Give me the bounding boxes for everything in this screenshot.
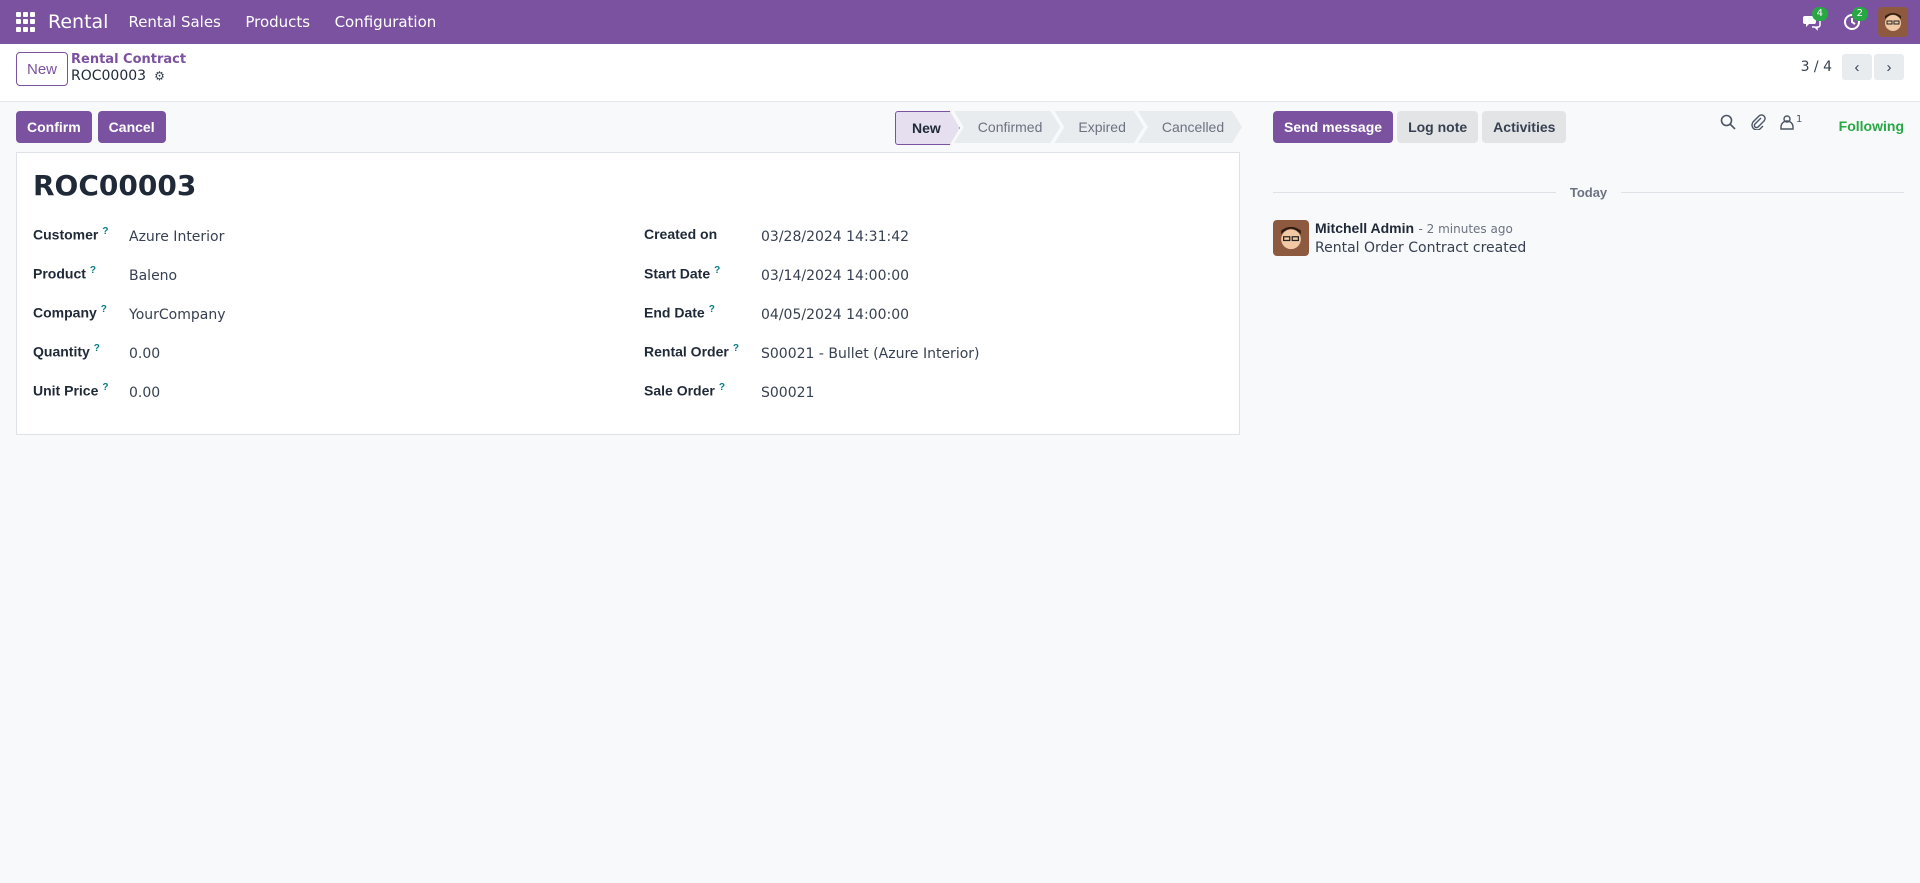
form-actions: Confirm Cancel: [16, 111, 166, 143]
message-content: Mitchell Admin - 2 minutes ago Rental Or…: [1315, 220, 1526, 256]
pager-value[interactable]: 3 / 4: [1801, 59, 1832, 75]
start-date-label: Start Date?: [644, 265, 720, 282]
end-date-label-text: End Date: [644, 304, 705, 321]
created-on-field: 03/28/2024 14:31:42: [761, 229, 910, 245]
paperclip-icon[interactable]: [1750, 114, 1766, 130]
menu-products[interactable]: Products: [245, 13, 310, 31]
chevron-right-icon: ›: [1886, 58, 1892, 76]
quantity-label-text: Quantity: [33, 343, 90, 360]
help-icon[interactable]: ?: [90, 265, 96, 276]
separator-line: [1273, 191, 1556, 193]
apps-menu-icon[interactable]: [16, 12, 36, 32]
help-icon[interactable]: ?: [94, 343, 100, 354]
breadcrumb: Rental Contract ROC00003 ⚙: [71, 52, 186, 84]
pager: 3 / 4 ‹ ›: [1801, 54, 1904, 80]
stage-expired[interactable]: Expired: [1054, 111, 1143, 143]
cancel-button[interactable]: Cancel: [97, 111, 166, 143]
customer-label: Customer?: [33, 226, 108, 243]
confirm-button[interactable]: Confirm: [16, 111, 92, 143]
help-icon[interactable]: ?: [102, 382, 108, 393]
help-icon[interactable]: ?: [709, 304, 715, 315]
date-separator-label: Today: [1569, 184, 1608, 200]
messages-button[interactable]: 4: [1792, 0, 1832, 44]
product-label: Product?: [33, 265, 96, 282]
help-icon[interactable]: ?: [101, 304, 107, 315]
record-title: ROC00003: [33, 169, 197, 202]
stage-confirmed[interactable]: Confirmed: [954, 111, 1061, 143]
activities-button-chatter[interactable]: Activities: [1482, 111, 1567, 143]
customer-field[interactable]: Azure Interior: [129, 229, 224, 245]
date-separator: Today: [1273, 183, 1905, 201]
unit-price-field[interactable]: 0.00: [129, 385, 160, 401]
menu-configuration[interactable]: Configuration: [335, 13, 437, 31]
log-note-button[interactable]: Log note: [1397, 111, 1479, 143]
company-field[interactable]: YourCompany: [129, 307, 226, 323]
message-body: Rental Order Contract created: [1315, 240, 1527, 256]
following-button[interactable]: Following: [1839, 118, 1904, 134]
breadcrumb-current-wrapper: ROC00003 ⚙: [71, 68, 186, 84]
app-name[interactable]: Rental: [48, 11, 108, 33]
user-face-icon: [1880, 9, 1906, 35]
rental-order-label: Rental Order?: [644, 343, 739, 360]
activities-count-badge: 2: [1851, 7, 1868, 21]
help-icon[interactable]: ?: [102, 226, 108, 237]
help-icon[interactable]: ?: [719, 382, 725, 393]
new-button[interactable]: New: [16, 52, 69, 86]
chatter-tools: 1: [1720, 114, 1802, 130]
status-bar: New Confirmed Expired Cancelled: [895, 111, 1242, 143]
end-date-field[interactable]: 04/05/2024 14:00:00: [761, 307, 909, 323]
separator-line: [1621, 191, 1905, 193]
help-icon[interactable]: ?: [714, 265, 720, 276]
customer-label-text: Customer: [33, 226, 99, 243]
pager-previous-button[interactable]: ‹: [1842, 54, 1872, 80]
unit-price-label: Unit Price?: [33, 382, 108, 399]
message-header: Mitchell Admin - 2 minutes ago: [1315, 220, 1526, 237]
main-menu: Rental Sales Products Configuration: [128, 13, 456, 31]
top-navbar: Rental Rental Sales Products Configurati…: [0, 0, 1920, 44]
user-face-icon: [1275, 222, 1307, 254]
sale-order-field[interactable]: S00021: [761, 385, 814, 401]
control-panel: New Rental Contract ROC00003 ⚙ 3 / 4 ‹ ›: [0, 44, 1920, 102]
author-avatar[interactable]: [1273, 220, 1309, 256]
followers-button[interactable]: 1: [1780, 114, 1802, 130]
chatter-message: Mitchell Admin - 2 minutes ago Rental Or…: [1273, 220, 1526, 256]
chevron-left-icon: ‹: [1854, 58, 1860, 76]
message-time: - 2 minutes ago: [1418, 222, 1513, 236]
message-author[interactable]: Mitchell Admin: [1315, 220, 1414, 236]
gear-icon[interactable]: ⚙: [154, 68, 165, 84]
unit-price-label-text: Unit Price: [33, 382, 99, 399]
stage-cancelled[interactable]: Cancelled: [1138, 111, 1242, 143]
user-icon: [1780, 115, 1794, 130]
rental-order-field[interactable]: S00021 - Bullet (Azure Interior): [761, 346, 980, 362]
product-label-text: Product: [33, 265, 86, 282]
start-date-field[interactable]: 03/14/2024 14:00:00: [761, 268, 909, 284]
user-avatar[interactable]: [1878, 7, 1908, 37]
sale-order-label: Sale Order?: [644, 382, 725, 399]
quantity-field[interactable]: 0.00: [129, 346, 160, 362]
product-field[interactable]: Baleno: [129, 268, 177, 284]
start-date-label-text: Start Date: [644, 265, 711, 282]
chatter-actions: Send message Log note Activities: [1273, 111, 1567, 143]
created-on-label: Created on: [644, 226, 717, 242]
systray: 4 2: [1792, 0, 1920, 44]
pager-next-button[interactable]: ›: [1874, 54, 1904, 80]
created-on-label-text: Created on: [644, 226, 718, 242]
messages-count-badge: 4: [1811, 7, 1828, 21]
menu-rental-sales[interactable]: Rental Sales: [128, 13, 220, 31]
sale-order-label-text: Sale Order: [644, 382, 715, 399]
breadcrumb-parent[interactable]: Rental Contract: [71, 52, 186, 68]
form-sheet: ROC00003 Customer? Azure Interior Produc…: [16, 152, 1240, 435]
stage-new[interactable]: New: [895, 111, 960, 145]
rental-order-label-text: Rental Order: [644, 343, 729, 360]
activities-button[interactable]: 2: [1832, 0, 1872, 44]
breadcrumb-current: ROC00003: [71, 68, 147, 84]
end-date-label: End Date?: [644, 304, 715, 321]
quantity-label: Quantity?: [33, 343, 100, 360]
send-message-button[interactable]: Send message: [1273, 111, 1394, 143]
company-label: Company?: [33, 304, 107, 321]
company-label-text: Company: [33, 304, 97, 321]
search-icon[interactable]: [1720, 114, 1736, 130]
help-icon[interactable]: ?: [733, 343, 739, 354]
followers-count: 1: [1796, 114, 1803, 125]
